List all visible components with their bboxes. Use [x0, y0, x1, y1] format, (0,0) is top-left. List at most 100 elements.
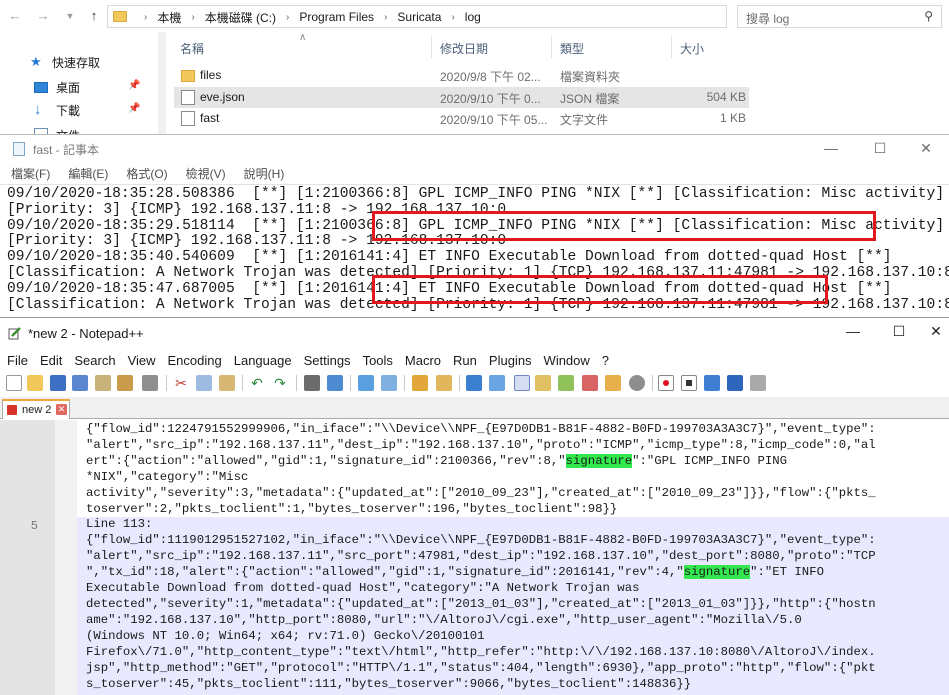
sidebar-item-desktop[interactable]: 桌面: [34, 78, 80, 96]
undo-icon[interactable]: ↶: [249, 375, 265, 391]
paste-icon[interactable]: [219, 375, 235, 391]
replace-icon[interactable]: [327, 375, 343, 391]
minimize-icon[interactable]: —: [816, 138, 846, 158]
breadcrumb-separator-icon[interactable]: ›: [451, 12, 454, 23]
breadcrumb-item[interactable]: Suricata: [397, 10, 441, 24]
menu-item[interactable]: 檔案(F): [11, 165, 50, 182]
sidebar-item-downloads[interactable]: ↓ 下載: [34, 101, 80, 119]
save-macro-icon[interactable]: [750, 375, 766, 391]
forward-arrow-icon[interactable]: →: [34, 7, 52, 25]
sidebar-item-quick-access[interactable]: ★ 快速存取: [30, 53, 100, 71]
new-file-icon[interactable]: [6, 375, 22, 391]
notepad-menu-bar: 檔案(F) 編輯(E) 格式(O) 檢視(V) 說明(H): [0, 162, 949, 184]
file-row[interactable]: files 2020/9/8 下午 02... 檔案資料夾: [174, 65, 749, 86]
menu-item[interactable]: Tools: [363, 353, 393, 368]
show-all-characters-icon[interactable]: [489, 375, 505, 391]
star-icon: ★: [30, 54, 42, 69]
indent-guide-icon[interactable]: [514, 375, 530, 391]
sync-vertical-icon[interactable]: [412, 375, 428, 391]
menu-item[interactable]: Language: [234, 353, 292, 368]
breadcrumb-separator-icon[interactable]: ›: [286, 12, 289, 23]
breadcrumb-separator-icon[interactable]: ›: [384, 12, 387, 23]
address-bar[interactable]: › 本機 › 本機磁碟 (C:) › Program Files › Suricata › log…: [107, 5, 827, 28]
menu-item[interactable]: Macro: [405, 353, 441, 368]
search-box[interactable]: 搜尋 log ⚲: [737, 5, 942, 28]
menu-item[interactable]: 檢視(V): [186, 165, 226, 182]
back-arrow-icon[interactable]: ←: [6, 7, 24, 25]
menu-item[interactable]: Window: [544, 353, 590, 368]
maximize-icon[interactable]: ☐: [884, 321, 914, 341]
menu-item[interactable]: Edit: [40, 353, 62, 368]
notepad-icon: [13, 142, 25, 156]
print-icon[interactable]: [142, 375, 158, 391]
folder-icon: [113, 11, 127, 22]
function-list-icon[interactable]: [558, 375, 574, 391]
json-file-icon: [181, 90, 195, 105]
recent-locations-chevron-icon[interactable]: ▼: [61, 7, 79, 25]
stop-macro-icon[interactable]: [681, 375, 697, 391]
breadcrumb-item[interactable]: log: [465, 10, 481, 24]
npp-editor-content[interactable]: {"flow_id":1224791552999906,"in_iface":"…: [86, 422, 876, 692]
sync-horizontal-icon[interactable]: [436, 375, 452, 391]
search-icon[interactable]: ⚲: [924, 9, 933, 23]
close-icon[interactable]: ✕: [921, 321, 949, 341]
breadcrumb-separator-icon[interactable]: ›: [144, 12, 147, 23]
find-icon[interactable]: [304, 375, 320, 391]
open-file-icon[interactable]: [27, 375, 43, 391]
maximize-icon[interactable]: ☐: [865, 138, 895, 158]
navigation-scrollbar[interactable]: [158, 32, 166, 136]
save-all-icon[interactable]: [72, 375, 88, 391]
menu-item[interactable]: File: [7, 353, 28, 368]
menu-item[interactable]: Search: [74, 353, 115, 368]
play-macro-icon[interactable]: [704, 375, 720, 391]
editor-line: "alert","src_ip":"192.168.137.11","src_p…: [86, 549, 876, 564]
column-header-size[interactable]: 大小: [680, 40, 704, 57]
record-macro-icon[interactable]: [658, 375, 674, 391]
menu-item[interactable]: Settings: [304, 353, 351, 368]
monitoring-icon[interactable]: [605, 375, 621, 391]
editor-line: s_toserver":45,"pkts_toclient":111,"byte…: [86, 676, 692, 691]
highlight-box: [372, 275, 828, 304]
cut-icon[interactable]: ✂: [173, 375, 189, 391]
column-header-type[interactable]: 類型: [560, 40, 584, 57]
redo-icon[interactable]: ↷: [272, 375, 288, 391]
close-icon[interactable]: ✕: [911, 138, 941, 158]
notepad-text-area[interactable]: 09/10/2020-18:35:28.508386 [**] [1:21003…: [0, 184, 949, 316]
play-macro-multiple-icon[interactable]: [727, 375, 743, 391]
breadcrumb-item[interactable]: 本機: [157, 9, 181, 26]
plugin-icon[interactable]: [629, 375, 645, 391]
up-arrow-icon[interactable]: ↑: [85, 7, 103, 25]
menu-item[interactable]: Run: [453, 353, 477, 368]
doc-map-icon[interactable]: [535, 375, 551, 391]
menu-item[interactable]: 編輯(E): [68, 165, 108, 182]
folder-workspace-icon[interactable]: [582, 375, 598, 391]
close-tab-icon[interactable]: ✕: [56, 404, 67, 415]
menu-item[interactable]: 說明(H): [244, 165, 285, 182]
pin-icon[interactable]: 📌: [128, 80, 140, 91]
sidebar-item-label: 桌面: [56, 80, 81, 95]
zoom-out-icon[interactable]: [381, 375, 397, 391]
menu-item[interactable]: 格式(O): [126, 165, 167, 182]
word-wrap-icon[interactable]: [466, 375, 482, 391]
column-header-date[interactable]: 修改日期: [440, 40, 488, 57]
file-row[interactable]: fast 2020/9/10 下午 05... 文字文件 1 KB: [174, 108, 749, 129]
pin-icon[interactable]: 📌: [128, 103, 140, 114]
minimize-icon[interactable]: —: [838, 321, 868, 341]
menu-item[interactable]: ?: [602, 353, 609, 368]
save-icon[interactable]: [50, 375, 66, 391]
breadcrumb-item[interactable]: Program Files: [299, 10, 374, 24]
close-file-icon[interactable]: [95, 375, 111, 391]
file-row[interactable]: eve.json 2020/9/10 下午 0... JSON 檔案 504 K…: [174, 87, 749, 108]
tab-new-2[interactable]: new 2 ✕: [2, 399, 70, 419]
menu-item[interactable]: View: [128, 353, 156, 368]
menu-item[interactable]: Plugins: [489, 353, 532, 368]
breadcrumb-item[interactable]: 本機磁碟 (C:): [205, 9, 276, 26]
sort-ascending-icon: ∧: [299, 32, 307, 43]
menu-item[interactable]: Encoding: [168, 353, 222, 368]
breadcrumb-separator-icon[interactable]: ›: [191, 12, 194, 23]
close-all-icon[interactable]: [117, 375, 133, 391]
fold-margin: [55, 420, 77, 695]
zoom-in-icon[interactable]: [358, 375, 374, 391]
copy-icon[interactable]: [196, 375, 212, 391]
column-header-name[interactable]: 名稱: [180, 40, 204, 57]
